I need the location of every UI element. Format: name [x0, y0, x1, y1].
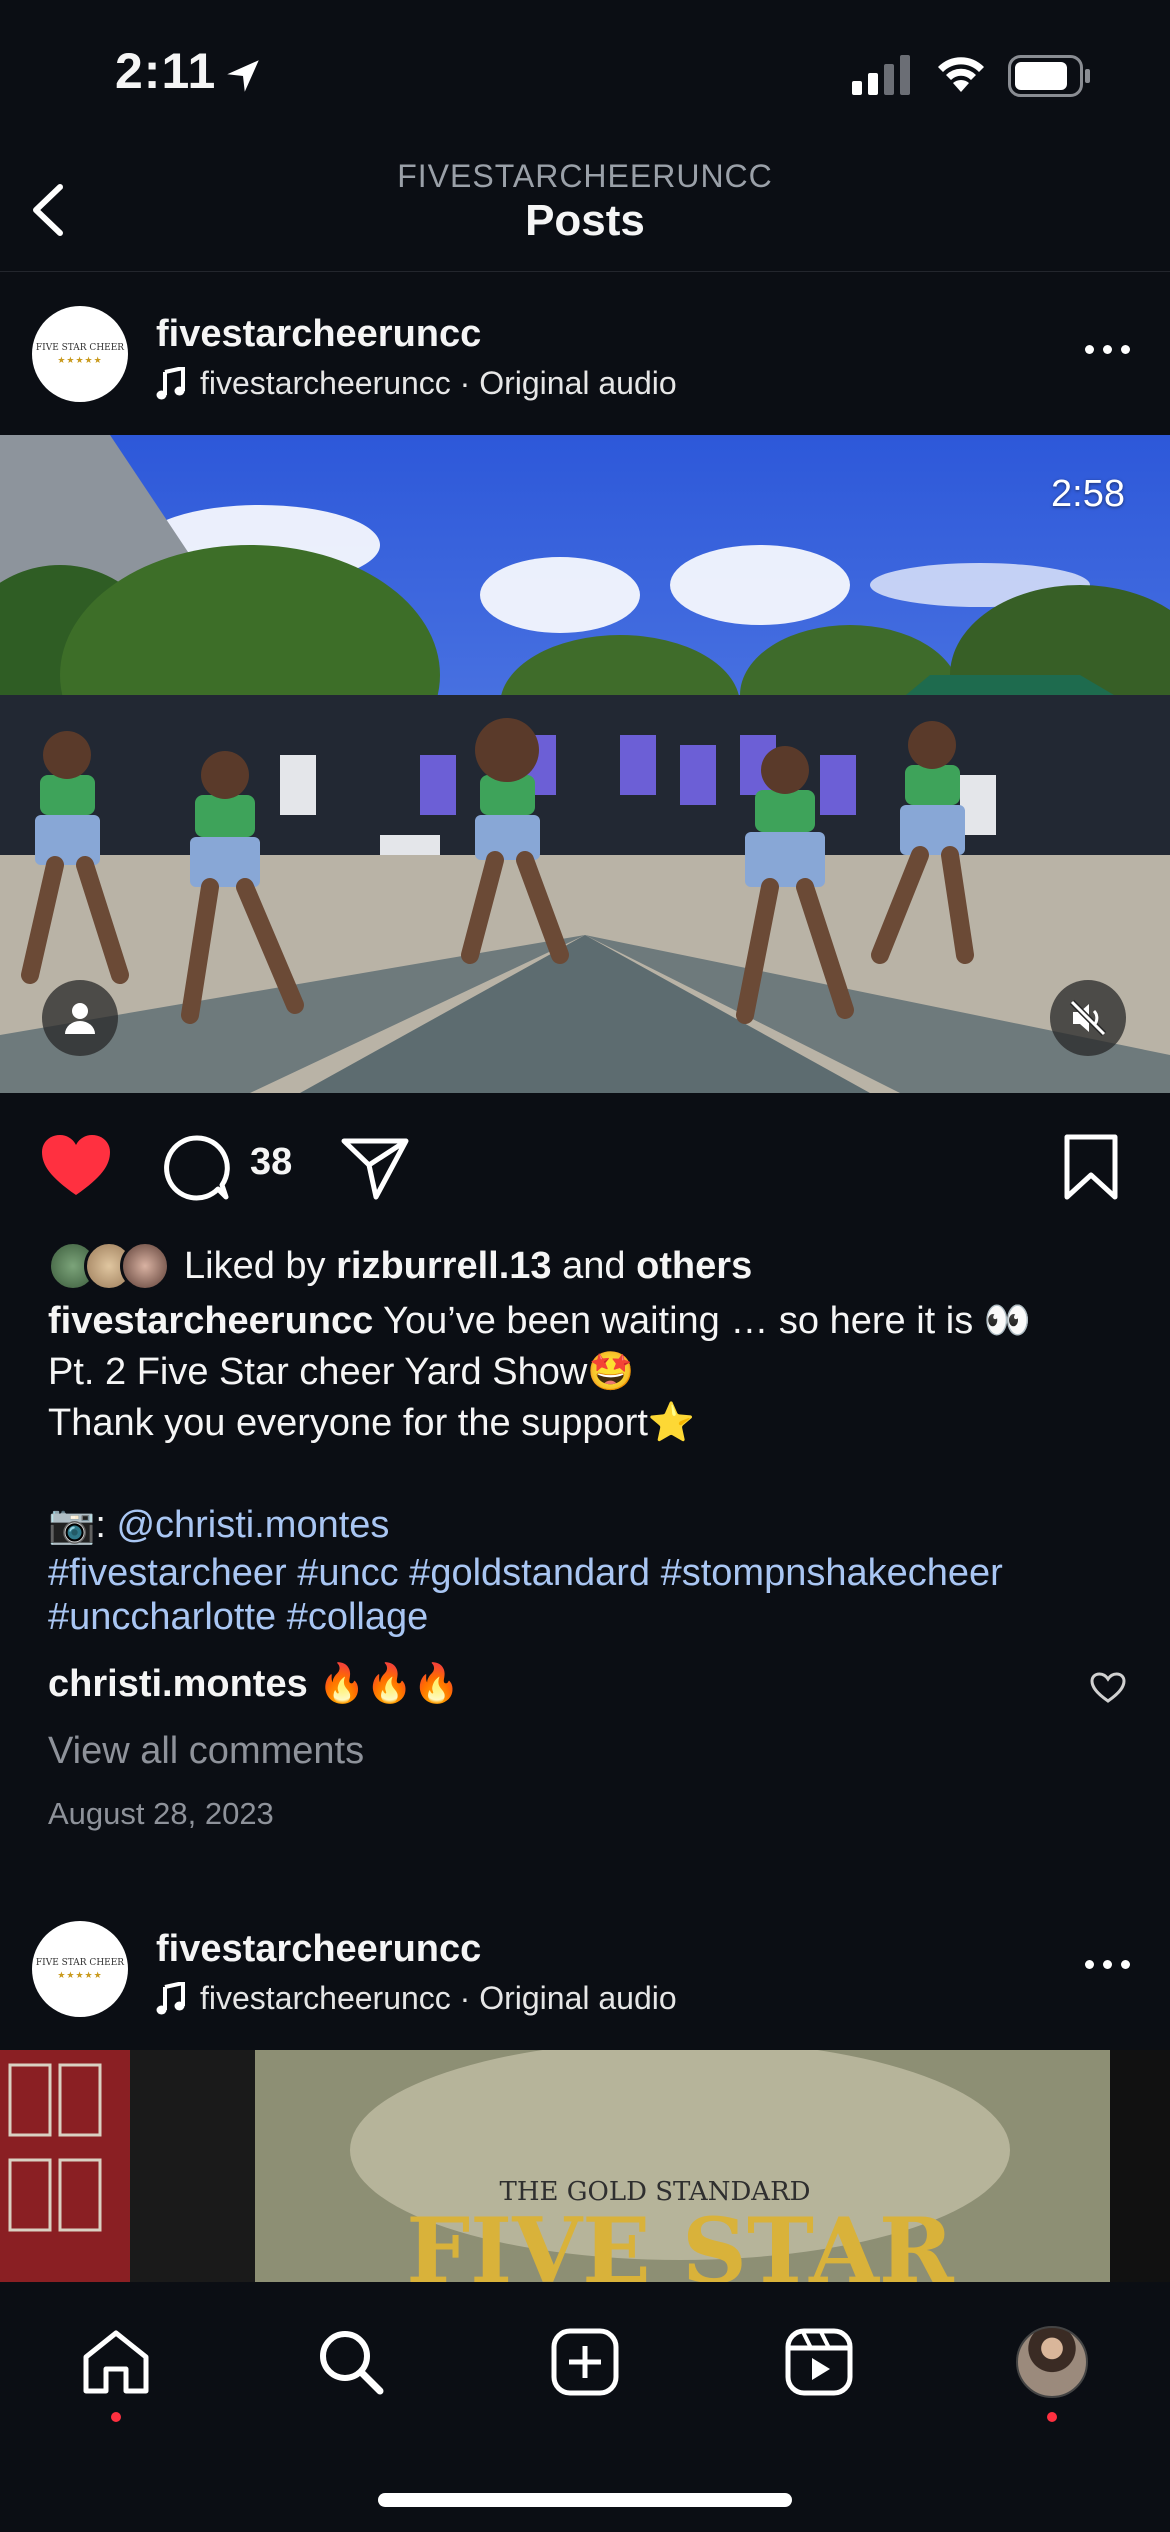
- like-heart-icon[interactable]: [40, 1133, 112, 1199]
- mention-link[interactable]: @christi.montes: [116, 1504, 389, 1546]
- post-date: August 28, 2023: [48, 1796, 274, 1831]
- post-username[interactable]: fivestarcheeruncc: [156, 313, 481, 356]
- tab-profile[interactable]: [1012, 2322, 1092, 2402]
- camera-credit: 📷:: [48, 1504, 106, 1546]
- battery-icon: [1008, 55, 1090, 97]
- bookmark-icon[interactable]: [1062, 1133, 1120, 1201]
- liked-by-text: Liked by rizburrell.13 and others: [184, 1244, 753, 1287]
- avatar-logo-text: FIVE STAR CHEER: [35, 1957, 125, 1968]
- video-preview-frame: THE GOLD STANDARD FIVE STAR: [0, 2050, 1170, 2282]
- top-header: FIVESTARCHEERUNCC Posts: [0, 150, 1170, 272]
- post-audio-link[interactable]: fivestarcheeruncc · Original audio: [156, 365, 677, 402]
- hashtags[interactable]: #unccharlotte #collage: [48, 1595, 1138, 1639]
- caption-line: Pt. 2 Five Star cheer Yard Show🤩: [48, 1351, 635, 1393]
- status-bar: 2:11: [0, 0, 1170, 150]
- view-all-comments[interactable]: View all comments: [48, 1730, 364, 1773]
- comment-text: 🔥🔥🔥: [318, 1663, 461, 1705]
- person-icon: [65, 1003, 95, 1034]
- speaker-muted-icon: [1069, 999, 1107, 1037]
- tab-create[interactable]: [545, 2322, 625, 2402]
- more-options-icon[interactable]: [1085, 1960, 1130, 1969]
- caption-line: Thank you everyone for the support⭐️: [48, 1402, 696, 1444]
- liked-by-row[interactable]: Liked by rizburrell.13 and others: [48, 1238, 752, 1294]
- mute-button[interactable]: [1050, 980, 1126, 1056]
- comment-username[interactable]: christi.montes: [48, 1663, 308, 1705]
- profile-avatar: [1016, 2326, 1088, 2398]
- audio-user: fivestarcheeruncc: [200, 365, 451, 401]
- post-video[interactable]: 2:58: [0, 435, 1170, 1093]
- location-arrow-icon: [227, 60, 259, 92]
- comment-like-icon[interactable]: [1090, 1672, 1126, 1704]
- share-send-icon[interactable]: [340, 1135, 410, 1201]
- cell-signal-icon: [852, 55, 910, 95]
- avatar-logo-stars: ★★★★★: [57, 1969, 103, 1980]
- tab-search[interactable]: [311, 2322, 391, 2402]
- notification-dot: [1047, 2412, 1057, 2422]
- liker-avatar: [120, 1241, 170, 1291]
- tagged-people-button[interactable]: [42, 980, 118, 1056]
- audio-label: Original audio: [479, 1980, 677, 2016]
- more-options-icon[interactable]: [1085, 345, 1130, 354]
- reels-icon: [785, 2328, 853, 2396]
- music-note-icon: [156, 1981, 185, 2014]
- wifi-icon: [938, 57, 984, 92]
- status-time: 2:11: [115, 43, 217, 99]
- search-icon: [320, 2331, 384, 2395]
- comment-icon[interactable]: [162, 1133, 232, 1203]
- account-avatar[interactable]: FIVE STAR CHEER ★★★★★: [32, 1921, 128, 2017]
- hashtags[interactable]: #fivestarcheer #uncc #goldstandard #stom…: [48, 1551, 1138, 1595]
- home-icon: [83, 2330, 149, 2394]
- audio-user: fivestarcheeruncc: [200, 1980, 451, 2016]
- post-caption: fivestarcheeruncc You’ve been waiting … …: [48, 1296, 1138, 1639]
- post-actions: 38: [0, 1093, 1170, 1233]
- video-frame: [0, 435, 1170, 1093]
- tab-reels[interactable]: [779, 2322, 859, 2402]
- avatar-logo-stars: ★★★★★: [57, 354, 103, 365]
- comment-count[interactable]: 38: [250, 1141, 292, 1184]
- header-username: FIVESTARCHEERUNCC: [397, 158, 773, 194]
- caption-username[interactable]: fivestarcheeruncc: [48, 1300, 373, 1342]
- music-note-icon: [156, 366, 185, 399]
- post-header: FIVE STAR CHEER ★★★★★ fivestarcheeruncc …: [0, 1888, 1170, 2048]
- post-video-preview[interactable]: THE GOLD STANDARD FIVE STAR: [0, 2050, 1170, 2282]
- caption-line: You’ve been waiting … so here it is 👀: [383, 1300, 1032, 1342]
- home-indicator: [378, 2493, 792, 2507]
- top-comment: christi.montes 🔥🔥🔥: [48, 1662, 460, 1706]
- audio-label: Original audio: [479, 365, 677, 401]
- page-title: Posts: [525, 196, 645, 245]
- account-avatar[interactable]: FIVE STAR CHEER ★★★★★: [32, 306, 128, 402]
- video-duration: 2:58: [1051, 473, 1125, 515]
- post-audio-link[interactable]: fivestarcheeruncc · Original audio: [156, 1980, 677, 2017]
- avatar-logo-text: FIVE STAR CHEER: [35, 342, 125, 353]
- create-plus-icon: [551, 2328, 619, 2396]
- tab-home[interactable]: [76, 2322, 156, 2402]
- notification-dot: [111, 2412, 121, 2422]
- post-header: FIVE STAR CHEER ★★★★★ fivestarcheeruncc …: [0, 273, 1170, 433]
- preview-text: FIVE STAR: [406, 2198, 955, 2282]
- post-username[interactable]: fivestarcheeruncc: [156, 1928, 481, 1971]
